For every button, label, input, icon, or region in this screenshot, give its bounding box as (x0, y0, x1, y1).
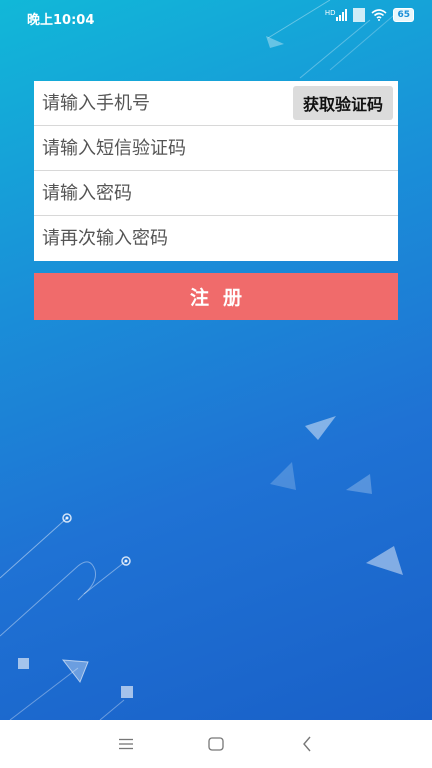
paper-plane-icon (61, 659, 89, 683)
menu-icon (119, 738, 133, 750)
home-button[interactable] (204, 732, 228, 756)
signal-hd-label: HD (324, 9, 336, 17)
phone-row: 获取验证码 (34, 81, 398, 126)
triangle-icon (270, 462, 296, 490)
register-form: 获取验证码 (34, 81, 398, 261)
sms-code-row (34, 126, 398, 171)
status-icons: HD 65 (325, 8, 414, 22)
home-icon (208, 737, 224, 751)
status-time: 晚上10:04 (27, 13, 95, 28)
phone-input[interactable] (42, 81, 272, 125)
battery-icon: 65 (393, 8, 414, 22)
password-input[interactable] (42, 171, 272, 215)
navigation-bar (0, 720, 432, 768)
back-icon (303, 736, 311, 752)
back-button[interactable] (295, 732, 319, 756)
triangle-icon (346, 474, 372, 494)
sim-icon (353, 8, 366, 22)
get-code-button[interactable]: 获取验证码 (292, 86, 393, 120)
signal-icon: HD (325, 9, 348, 21)
register-button[interactable]: 注册 (34, 273, 398, 320)
menu-button[interactable] (114, 732, 138, 756)
confirm-password-input[interactable] (42, 216, 272, 260)
password-row (34, 171, 398, 216)
triangle-icon (366, 546, 403, 575)
confirm-password-row (34, 216, 398, 261)
status-bar: 晚上10:04 HD 65 (0, 0, 432, 34)
sms-code-input[interactable] (42, 126, 272, 170)
register-screen: 晚上10:04 HD 65 获取验证码 (0, 0, 432, 720)
triangle-icon (305, 416, 336, 440)
paper-plane-icon (266, 36, 284, 48)
wifi-icon (371, 9, 387, 21)
